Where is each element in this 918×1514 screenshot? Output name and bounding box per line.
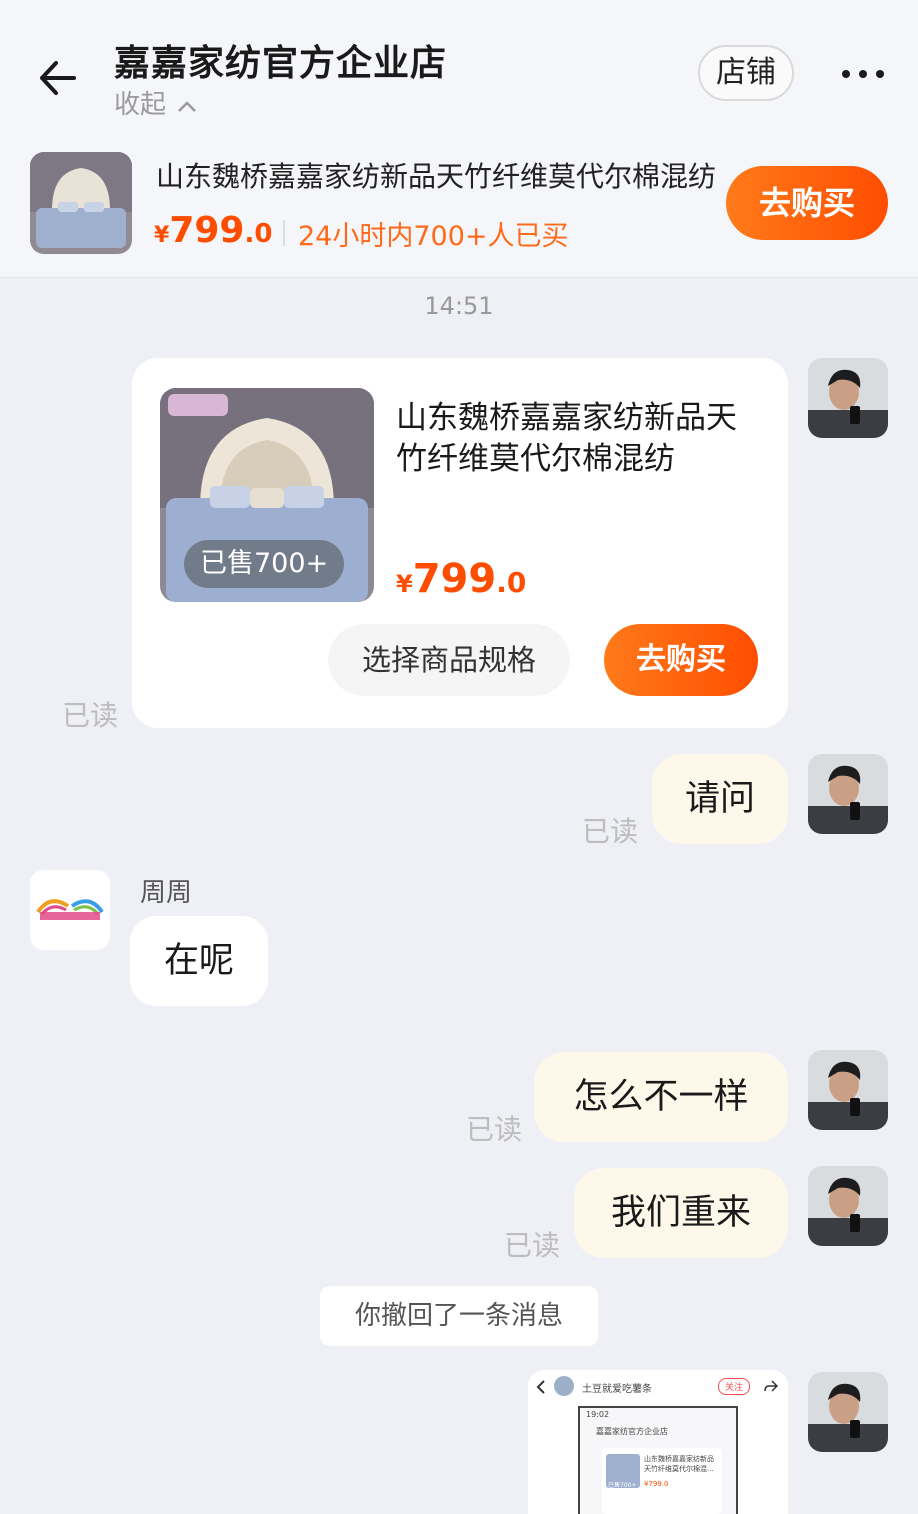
product-card-image[interactable]: 已售700+ [160, 388, 374, 602]
collapse-toggle[interactable]: 收起 [114, 84, 198, 121]
chevron-up-icon [178, 100, 197, 112]
chat-header: 嘉嘉家纺官方企业店 收起 店铺 山东魏桥嘉嘉家纺新品天竹纤维莫代尔棉混纺 ¥79… [0, 0, 918, 278]
back-arrow-icon[interactable] [34, 54, 82, 102]
user-avatar[interactable] [808, 1372, 888, 1452]
message-timestamp: 14:51 [424, 292, 494, 320]
message-bubble-outgoing[interactable]: 请问 [652, 754, 788, 844]
read-status: 已读 [466, 1113, 523, 1146]
preview-screen: 19:02 嘉嘉家纺官方企业店 山东魏桥嘉嘉家纺新品 天竹纤维莫代尔棉混... … [578, 1406, 738, 1514]
user-avatar[interactable] [808, 358, 888, 438]
image-message[interactable]: 土豆就爱吃薯条 关注 19:02 嘉嘉家纺官方企业店 山东魏桥嘉嘉家纺新品 天竹… [528, 1370, 788, 1514]
card-buy-button[interactable]: 去购买 [604, 624, 758, 696]
product-card-message[interactable]: 已售700+ 山东魏桥嘉嘉家纺新品天竹纤维莫代尔棉混纺 ¥799.0 选择商品规… [132, 358, 788, 728]
read-status: 已读 [504, 1229, 561, 1262]
user-avatar[interactable] [808, 1050, 888, 1130]
message-bubble-incoming[interactable]: 在呢 [130, 916, 268, 1006]
preview-title: 土豆就爱吃薯条 [582, 1384, 652, 1395]
preview-card: 山东魏桥嘉嘉家纺新品 天竹纤维莫代尔棉混... ¥799.0 已售700+ [602, 1448, 722, 1514]
recall-notice: 你撤回了一条消息 [320, 1286, 598, 1346]
shop-avatar[interactable] [30, 870, 110, 950]
product-title[interactable]: 山东魏桥嘉嘉家纺新品天竹纤维莫代尔棉混纺 [156, 155, 726, 195]
product-card-price: ¥799.0 [396, 556, 527, 602]
sold-badge: 已售700+ [184, 540, 345, 588]
user-avatar[interactable] [808, 1166, 888, 1246]
user-avatar[interactable] [808, 754, 888, 834]
read-status: 已读 [582, 815, 639, 848]
sold-count: 24小时内700+人已买 [298, 221, 569, 252]
mini-avatar [554, 1376, 574, 1396]
product-card-title[interactable]: 山东魏桥嘉嘉家纺新品天竹纤维莫代尔棉混纺 [396, 398, 756, 480]
share-icon [764, 1380, 778, 1392]
read-status: 已读 [62, 699, 119, 732]
message-bubble-outgoing[interactable]: 我们重来 [574, 1168, 788, 1258]
store-button[interactable]: 店铺 [698, 45, 794, 101]
message-bubble-outgoing[interactable]: 怎么不一样 [534, 1052, 788, 1142]
sender-name: 周周 [140, 878, 193, 908]
select-spec-button[interactable]: 选择商品规格 [328, 624, 570, 696]
chevron-left-icon [536, 1380, 545, 1394]
product-thumbnail[interactable] [30, 152, 132, 254]
product-price: ¥799.0 [154, 210, 273, 251]
buy-button[interactable]: 去购买 [726, 166, 888, 240]
divider [283, 220, 285, 246]
preview-follow: 关注 [718, 1378, 751, 1395]
shop-name[interactable]: 嘉嘉家纺官方企业店 [114, 34, 447, 86]
more-dots-icon[interactable] [838, 54, 888, 94]
collapse-label: 收起 [114, 90, 167, 120]
